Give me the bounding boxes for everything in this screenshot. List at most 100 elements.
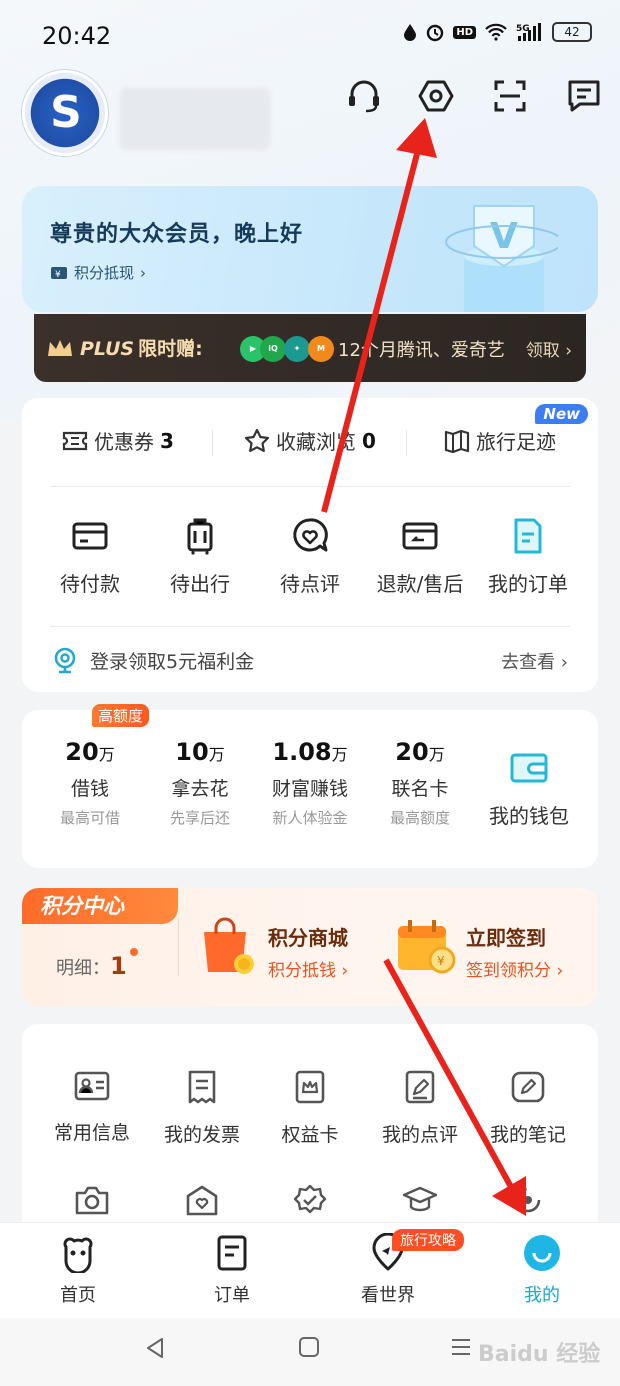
svg-text:V: V [490, 216, 518, 257]
svg-text:5G: 5G [516, 24, 530, 34]
finance-nawahua[interactable]: 10万 拿去花 先享后还 [140, 738, 260, 828]
checkin-title[interactable]: 立即签到 [466, 922, 546, 951]
tools-card: 常用信息 我的发票 权益卡 我的点评 我的笔记 [22, 1024, 598, 1244]
plus-label: PLUS 限时赠: [80, 338, 203, 360]
home-nav-icon[interactable] [298, 1336, 320, 1358]
card-icon [72, 522, 108, 550]
bottom-tab-bar: 首页 订单 看世界 旅行攻略 我的 [0, 1222, 620, 1318]
settings-icon[interactable] [416, 76, 456, 116]
order-refund[interactable]: 退款/售后 [370, 516, 470, 597]
checkin-link[interactable]: 签到领积分 › [466, 956, 563, 981]
finance-borrow[interactable]: 20万 借钱 最高可借 [30, 738, 150, 828]
member-greeting: 尊贵的大众会员，晚上好 [50, 222, 304, 247]
points-center-card: 积分中心 明细：1 积分商城 积分抵钱 › ¥ 立即签到 签到领积分 › [22, 888, 598, 1006]
tool-verified[interactable] [256, 1184, 364, 1220]
svg-text:¥: ¥ [55, 270, 61, 280]
refund-icon [402, 522, 438, 550]
tool-more[interactable] [474, 1184, 582, 1220]
points-mall-link[interactable]: 积分抵钱 › [268, 956, 348, 981]
coupon-icon [62, 431, 88, 450]
username-blurred[interactable] [120, 88, 270, 150]
wallet-icon [510, 753, 548, 783]
view-coupon-link[interactable]: 去查看 › [501, 648, 568, 674]
tab-orders[interactable]: 订单 [172, 1233, 292, 1307]
points-detail[interactable]: 明细：1 [56, 952, 127, 980]
invoice-icon [188, 1070, 216, 1104]
finance-co-brand-card[interactable]: 20万 联名卡 最高额度 [360, 738, 480, 828]
plus-promo-bar[interactable]: PLUS 限时赠: ▶ iQ ✦ M 12个月腾讯、爱奇艺 领取 › [34, 314, 586, 382]
calendar-coin-icon: ¥ [398, 920, 456, 974]
scan-icon[interactable] [490, 76, 530, 116]
mine-smile-icon [524, 1235, 560, 1271]
profile-header: S [0, 70, 620, 170]
orders-card: 优惠券 3 收藏浏览 0 旅行足迹 New 待付款 待出行 待点评 退款/售后 我的… [22, 398, 598, 692]
travel-guide-badge: 旅行攻略 [392, 1229, 464, 1251]
graduation-cap-icon [402, 1186, 438, 1212]
spinner-icon [515, 1187, 541, 1213]
verified-badge-icon [293, 1184, 327, 1214]
tool-benefit-card[interactable]: 权益卡 [256, 1070, 364, 1147]
status-icons: HD 5G 42 [403, 22, 592, 42]
camera-icon [75, 1186, 109, 1215]
member-v-badge: V [445, 205, 558, 312]
plus-get-button[interactable]: 领取 › [526, 336, 572, 361]
id-card-icon [74, 1071, 110, 1101]
tool-invoice[interactable]: 我的发票 [148, 1070, 256, 1147]
points-mall-title[interactable]: 积分商城 [268, 922, 348, 951]
system-nav-bar: Baidu 经验 [0, 1318, 620, 1386]
crown-card-icon [295, 1070, 325, 1104]
hd-badge: HD [453, 25, 476, 39]
my-wallet[interactable]: 我的钱包 [474, 750, 584, 829]
baidu-watermark: Baidu 经验 [478, 1342, 601, 1367]
finance-card: 高额度 20万 借钱 最高可借 10万 拿去花 先享后还 1.08万 财富赚钱 … [22, 704, 598, 868]
headset-icon[interactable] [344, 76, 384, 116]
battery-indicator: 42 [552, 22, 592, 42]
chevron-right-icon: › [140, 263, 147, 282]
tool-my-reviews[interactable]: 我的点评 [366, 1070, 474, 1147]
status-bar: 20:42 HD 5G 42 [0, 0, 620, 72]
points-cash-link[interactable]: ¥ 积分抵现 › [50, 262, 146, 283]
tool-education[interactable] [366, 1184, 474, 1220]
edit-doc-icon [405, 1070, 435, 1104]
high-limit-badge: 高额度 [92, 704, 150, 727]
svg-text:¥: ¥ [437, 954, 445, 968]
coupons-link[interactable]: 优惠券 3 [62, 426, 174, 455]
footprint-link[interactable]: 旅行足迹 [444, 426, 556, 455]
tool-my-notes[interactable]: 我的笔记 [474, 1070, 582, 1147]
crown-icon [48, 340, 72, 356]
avatar[interactable]: S [22, 70, 108, 156]
water-drop-icon [404, 24, 417, 41]
ticket-icon: ¥ [51, 266, 67, 280]
member-card[interactable]: 尊贵的大众会员，晚上好 ¥ 积分抵现 › V [22, 186, 598, 312]
quick-links: 优惠券 3 收藏浏览 0 旅行足迹 New [22, 398, 598, 486]
status-time: 20:42 [42, 22, 112, 50]
welfare-coupon-row[interactable]: 登录领取5元福利金 [52, 646, 254, 674]
mango-tv-icon: M [308, 336, 334, 362]
alarm-icon [427, 24, 444, 42]
home-owl-icon [63, 1237, 93, 1275]
tab-home[interactable]: 首页 [18, 1233, 138, 1307]
my-orders[interactable]: 我的订单 [478, 516, 578, 597]
finance-wealth[interactable]: 1.08万 财富赚钱 新人体验金 [250, 738, 370, 828]
order-pending-review[interactable]: 待点评 [260, 516, 360, 597]
map-book-icon [444, 429, 470, 453]
tool-favorites-house[interactable] [148, 1184, 256, 1220]
back-nav-icon[interactable] [144, 1336, 166, 1360]
message-icon[interactable] [564, 76, 604, 116]
plus-promo-text: 12个月腾讯、爱奇艺 [338, 340, 505, 361]
tab-mine[interactable]: 我的 [482, 1233, 602, 1307]
favorites-link[interactable]: 收藏浏览 0 [244, 426, 376, 455]
gift-pin-icon [54, 647, 76, 674]
tool-camera[interactable] [38, 1184, 146, 1220]
points-center-tag[interactable]: 积分中心 [22, 888, 178, 924]
new-badge: New [535, 404, 588, 424]
iqiyi-icon: iQ [260, 336, 286, 362]
recents-nav-icon[interactable] [450, 1336, 472, 1358]
unread-dot [130, 948, 138, 956]
signal-5g-icon: 5G [516, 23, 541, 41]
tool-common-info[interactable]: 常用信息 [38, 1070, 146, 1145]
order-pending-payment[interactable]: 待付款 [40, 516, 140, 597]
pencil-note-icon [511, 1071, 545, 1103]
shopping-bag-icon [204, 917, 254, 974]
order-pending-travel[interactable]: 待出行 [150, 516, 250, 597]
